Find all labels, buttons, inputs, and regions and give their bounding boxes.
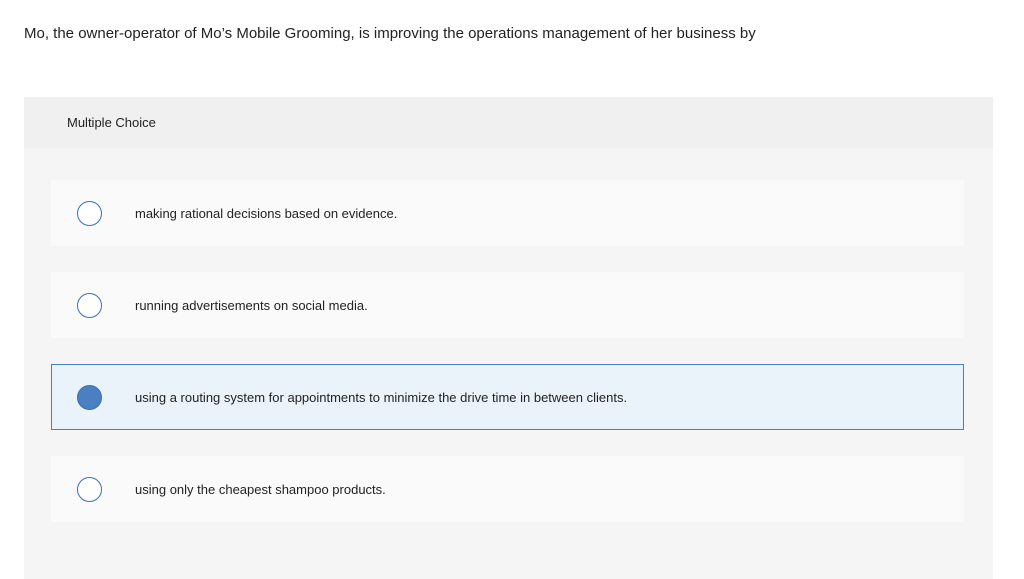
answer-option-label: using only the cheapest shampoo products… [135,481,386,497]
question-text: Mo, the owner-operator of Mo’s Mobile Gr… [24,25,756,42]
question-type-label: Multiple Choice [67,115,156,130]
answer-option-3[interactable]: using a routing system for appointments … [51,364,964,430]
answer-panel: Multiple Choice making rational decision… [24,97,993,579]
radio-button-3-selected[interactable] [77,384,102,410]
answer-option-label: making rational decisions based on evide… [135,205,398,221]
answer-option-label: running advertisements on social media. [135,297,368,313]
radio-button-4[interactable] [77,476,102,502]
radio-button-1[interactable] [77,200,102,226]
radio-button-2[interactable] [77,292,102,318]
answer-option-1[interactable]: making rational decisions based on evide… [51,180,964,246]
answer-option-2[interactable]: running advertisements on social media. [51,272,964,338]
answer-option-label: using a routing system for appointments … [135,389,628,405]
question-type-header: Multiple Choice [24,97,993,148]
answer-option-4[interactable]: using only the cheapest shampoo products… [51,456,964,522]
